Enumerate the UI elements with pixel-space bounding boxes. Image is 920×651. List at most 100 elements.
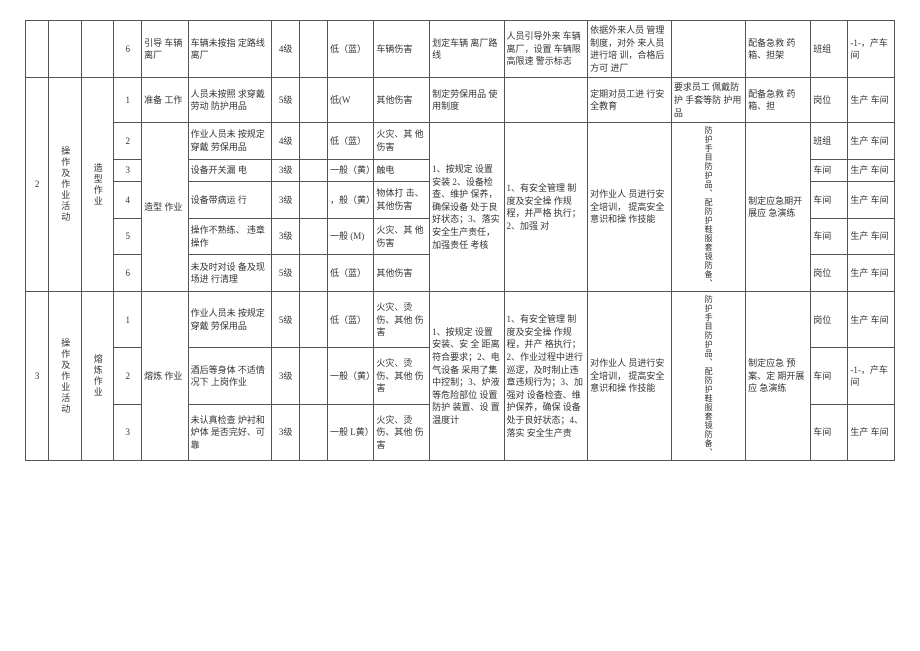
cell: 火灾、烫 伤、其他 伤害 xyxy=(374,292,430,348)
train-cell: 对作业人 员进行安全培训， 提高安全意识和操 作技能 xyxy=(588,123,672,292)
step-cell: 熔炼 作业 xyxy=(142,292,188,461)
cell: 2 xyxy=(114,348,142,404)
cell xyxy=(300,292,328,348)
cell: 3级 xyxy=(272,182,300,219)
cell xyxy=(81,21,114,78)
cell: 低（蓝） xyxy=(327,21,373,78)
cell xyxy=(300,255,328,292)
cell: 低(W xyxy=(327,78,373,123)
cell: 火灾、烫 伤、其他 伤害 xyxy=(374,404,430,460)
cell: 生产 车间 xyxy=(848,404,895,460)
cell: 车辆未按指 定路线离厂 xyxy=(188,21,272,78)
cell: 准备 工作 xyxy=(142,78,188,123)
cell: 3级 xyxy=(272,348,300,404)
cell: 3 xyxy=(114,404,142,460)
table-row: 2 操作及作业活动 造型作业 1 准备 工作 人员未按照 求穿戴劳动 防护用品 … xyxy=(26,78,895,123)
cell: 5 xyxy=(114,218,142,255)
cell: 车辆伤害 xyxy=(374,21,430,78)
cell: 配备急救 药箱、担架 xyxy=(746,21,811,78)
sub-cell: 造型作业 xyxy=(81,78,114,292)
cell: 生产 车间 xyxy=(848,255,895,292)
train-cell: 对作业人 员进行安全培训， 提高安全意识和操 作技能 xyxy=(588,292,672,461)
cell: 作业人员未 按规定穿戴 劳保用品 xyxy=(188,123,272,160)
cell: 划定车辆 离厂路线 xyxy=(430,21,504,78)
cell: 岗位 xyxy=(811,292,848,348)
cell: 岗位 xyxy=(811,78,848,123)
cell: 车间 xyxy=(811,348,848,404)
cell: 作业人员未 按规定穿戴 劳保用品 xyxy=(188,292,272,348)
cell: 定期对员工进 行安全教育 xyxy=(588,78,672,123)
emg-cell: 制定应急期开展应 急演练 xyxy=(746,123,811,292)
engctrl-cell: 1、按规定 设置安装 2、设备检查、维护 保养，确保设备 处于良好状态；3、落实… xyxy=(430,123,504,292)
cell: 要求员工 佩戴防护 手套等防 护用品 xyxy=(671,78,745,123)
cell xyxy=(300,159,328,181)
cell: 车间 xyxy=(811,218,848,255)
cell: 6 xyxy=(114,255,142,292)
cell: 生产 车间 xyxy=(848,159,895,181)
ppe-cell: 防护手目防护品、配防护鞋服套镜防备、 xyxy=(671,123,745,292)
mgmt-cell: 1、有安全管理 制度及安全操 作规程，并严格 执行；2、加强 对 xyxy=(504,123,588,292)
emg-cell: 制定应急 预案、定 期开展应 急演练 xyxy=(746,292,811,461)
cell xyxy=(300,21,328,78)
cell: 一般（黄） xyxy=(327,159,373,181)
section-num: 3 xyxy=(26,292,49,461)
cell: 5级 xyxy=(272,255,300,292)
cell: 配备急救 药箱、担 xyxy=(746,78,811,123)
step-cell: 造型 作业 xyxy=(142,123,188,292)
activity-cell: 操作及作业活动 xyxy=(49,292,82,461)
cell: 酒后等身体 不适情况下 上岗作业 xyxy=(188,348,272,404)
cell: 1 xyxy=(114,78,142,123)
table-row: 6 引导 车辆 离厂 车辆未按指 定路线离厂 4级 低（蓝） 车辆伤害 划定车辆… xyxy=(26,21,895,78)
cell: 未及时对设 备及现场进 行清理 xyxy=(188,255,272,292)
cell: 3级 xyxy=(272,218,300,255)
cell: 6 xyxy=(114,21,142,78)
cell: 3 xyxy=(114,159,142,181)
cell: 火灾、烫 伤、其他 伤害 xyxy=(374,348,430,404)
activity-cell: 操作及作业活动 xyxy=(49,78,82,292)
cell: 岗位 xyxy=(811,255,848,292)
cell: 操作不熟练、 违章操作 xyxy=(188,218,272,255)
cell: 人员未按照 求穿戴劳动 防护用品 xyxy=(188,78,272,123)
cell xyxy=(300,123,328,160)
cell xyxy=(300,348,328,404)
cell: 触电 xyxy=(374,159,430,181)
cell: 5级 xyxy=(272,78,300,123)
cell xyxy=(671,21,745,78)
cell: 设备带病运 行 xyxy=(188,182,272,219)
cell: 火灾、其 他伤害 xyxy=(374,123,430,160)
main-table: 6 引导 车辆 离厂 车辆未按指 定路线离厂 4级 低（蓝） 车辆伤害 划定车辆… xyxy=(25,20,895,461)
cell: 5级 xyxy=(272,292,300,348)
cell: 班组 xyxy=(811,123,848,160)
cell: 火灾、其 他伤害 xyxy=(374,218,430,255)
table-row: 2 造型 作业 作业人员未 按规定穿戴 劳保用品 4级 低（蓝） 火灾、其 他伤… xyxy=(26,123,895,160)
cell: 人员引导外来 车辆离厂，设置 车辆限高限速 警示标志 xyxy=(504,21,588,78)
mgmt-cell: 1、有安全管理 制度及安全操 作规程，并产 格执行；2、作业过程中进行 巡逻，及… xyxy=(504,292,588,461)
cell xyxy=(49,21,82,78)
cell xyxy=(504,78,588,123)
cell: 2 xyxy=(114,123,142,160)
cell: 引导 车辆 离厂 xyxy=(142,21,188,78)
section-num: 2 xyxy=(26,78,49,292)
cell: 3级 xyxy=(272,404,300,460)
cell: 物体打 击、其他伤害 xyxy=(374,182,430,219)
cell xyxy=(300,404,328,460)
sub-cell: 熔炼作业 xyxy=(81,292,114,461)
engctrl-cell: 1、按规定 设置安装、安 全 距离符合要求；2、电气设备 采用了集 中控制；3、… xyxy=(430,292,504,461)
cell xyxy=(300,182,328,219)
cell: 制定劳保用品 使用制度 xyxy=(430,78,504,123)
cell: 一般 L黄） xyxy=(327,404,373,460)
cell xyxy=(300,78,328,123)
cell: 生产 车间 xyxy=(848,123,895,160)
cell: 车间 xyxy=(811,404,848,460)
cell: -1-，产车间 xyxy=(848,21,895,78)
cell: 4级 xyxy=(272,21,300,78)
cell: 车间 xyxy=(811,159,848,181)
cell: 低（蓝） xyxy=(327,255,373,292)
cell: 低（蓝） xyxy=(327,123,373,160)
cell: 生产 车间 xyxy=(848,182,895,219)
cell: 生产 车间 xyxy=(848,218,895,255)
cell xyxy=(300,218,328,255)
cell: 未认真检查 炉衬和炉体 是否完好、可靠 xyxy=(188,404,272,460)
cell: 其他伤害 xyxy=(374,255,430,292)
cell: 设备开关漏 电 xyxy=(188,159,272,181)
